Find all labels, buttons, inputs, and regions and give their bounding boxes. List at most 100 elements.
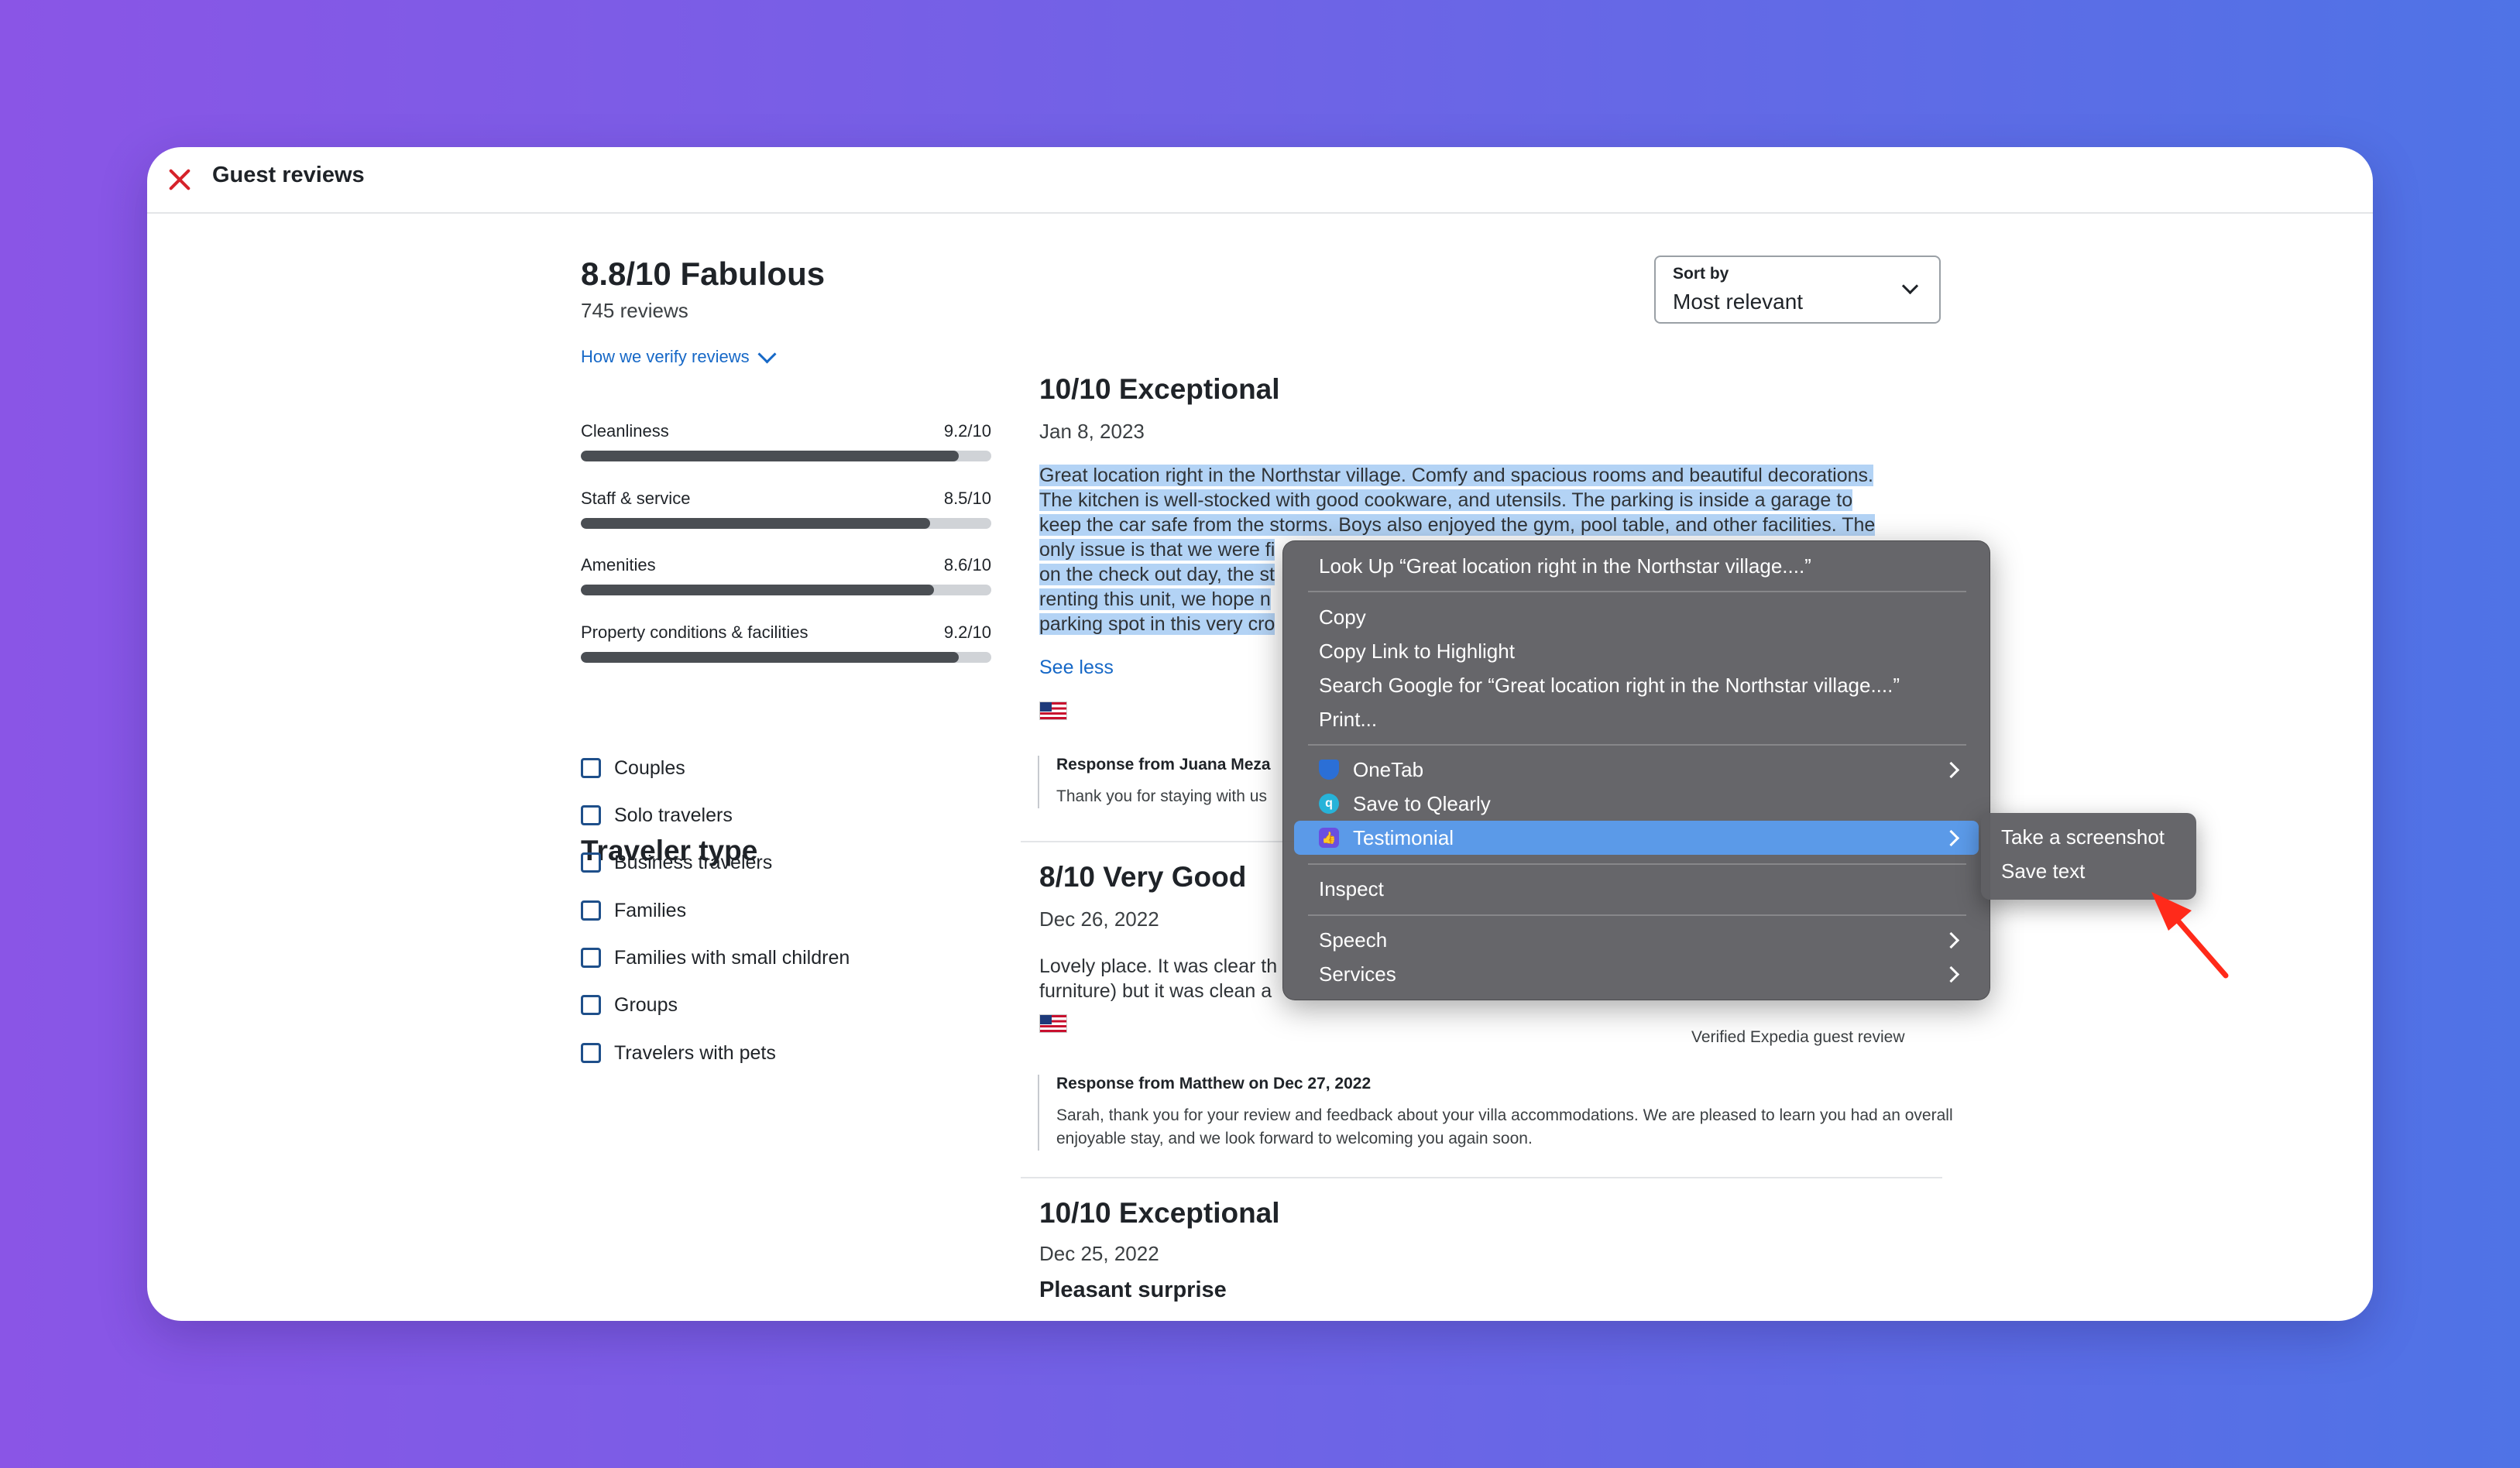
- sort-dropdown[interactable]: Sort by Most relevant: [1654, 256, 1941, 324]
- thumbs-up-icon: 👍: [1319, 828, 1339, 848]
- chevron-down-icon: [757, 344, 777, 364]
- checkbox[interactable]: [581, 995, 601, 1015]
- menu-item-label: Speech: [1319, 928, 1388, 952]
- checkbox-label: Families: [614, 899, 687, 921]
- checkbox-label: Couples: [614, 756, 685, 779]
- filter-couples[interactable]: Couples: [581, 754, 685, 782]
- category-amenities: Amenities 8.6/10: [581, 555, 991, 603]
- sort-value: Most relevant: [1673, 290, 1804, 314]
- review-line: renting this unit, we hope n: [1039, 588, 1271, 610]
- menu-item-speech[interactable]: Speech: [1294, 923, 1979, 957]
- category-label: Cleanliness: [581, 421, 669, 441]
- window-title: Guest reviews: [212, 163, 365, 187]
- category-score: 8.6/10: [943, 555, 991, 575]
- diamond-icon: [1319, 760, 1339, 780]
- review-date: Jan 8, 2023: [1039, 420, 1145, 443]
- review-title: 10/10 Exceptional: [1039, 373, 1280, 405]
- category-label: Staff & service: [581, 489, 691, 508]
- verify-reviews-label: How we verify reviews: [581, 347, 750, 366]
- category-label: Amenities: [581, 555, 656, 575]
- review-text: Lovely place. It was clear th furniture)…: [1039, 954, 1287, 1003]
- owner-response: Response from Matthew on Dec 27, 2022 Sa…: [1038, 1075, 1986, 1151]
- menu-item-label: Save to Qlearly: [1353, 791, 1491, 815]
- menu-item-label: Services: [1319, 962, 1396, 986]
- context-menu: Look Up “Great location right in the Nor…: [1282, 540, 1990, 1000]
- checkbox[interactable]: [581, 758, 601, 778]
- chevron-right-icon: [1942, 829, 1960, 847]
- checkbox[interactable]: [581, 1043, 601, 1063]
- menu-item-services[interactable]: Services: [1294, 957, 1979, 991]
- category-staff-service: Staff & service 8.5/10: [581, 489, 991, 537]
- review-line: keep the car safe from the storms. Boys …: [1039, 514, 1876, 536]
- review-title: 8/10 Very Good: [1039, 861, 1247, 893]
- menu-item-copy-link[interactable]: Copy Link to Highlight: [1294, 634, 1979, 668]
- filter-solo-travelers[interactable]: Solo travelers: [581, 801, 733, 829]
- response-text: Sarah, thank you for your review and fee…: [1056, 1106, 1953, 1147]
- submenu-take-screenshot[interactable]: Take a screenshot: [2001, 825, 2165, 849]
- category-property-conditions: Property conditions & facilities 9.2/10: [581, 623, 991, 671]
- menu-item-inspect[interactable]: Inspect: [1294, 872, 1979, 906]
- review-line: Lovely place. It was clear th: [1039, 955, 1278, 977]
- score-bar-fill: [581, 585, 934, 595]
- overall-rating: 8.8/10 Fabulous: [581, 256, 826, 292]
- menu-separator: [1308, 744, 1966, 746]
- review-line: Great location right in the Northstar vi…: [1039, 465, 1873, 486]
- close-icon[interactable]: [166, 166, 194, 194]
- guest-reviews-window: Guest reviews 8.8/10 Fabulous 745 review…: [147, 147, 2373, 1321]
- review-divider: [1021, 1177, 1942, 1178]
- chevron-right-icon: [1942, 761, 1960, 779]
- chevron-right-icon: [1942, 966, 1960, 983]
- sort-label: Sort by: [1673, 265, 1729, 283]
- checkbox-label: Solo travelers: [614, 804, 733, 826]
- menu-separator: [1308, 863, 1966, 865]
- review-line: on the check out day, the st: [1039, 564, 1275, 585]
- review-line: only issue is that we were fi: [1039, 539, 1275, 561]
- checkbox-label: Families with small children: [614, 946, 850, 969]
- category-score: 9.2/10: [943, 623, 991, 642]
- menu-item-look-up[interactable]: Look Up “Great location right in the Nor…: [1294, 549, 1979, 583]
- score-bar: [581, 652, 991, 663]
- filter-travelers-with-pets[interactable]: Travelers with pets: [581, 1039, 776, 1067]
- submenu-save-text[interactable]: Save text: [2001, 859, 2085, 883]
- verify-reviews-link[interactable]: How we verify reviews: [581, 344, 777, 367]
- menu-item-save-to-qlearly[interactable]: q Save to Qlearly: [1294, 787, 1979, 821]
- chevron-down-icon: [1901, 277, 1919, 295]
- review-count: 745 reviews: [581, 299, 688, 322]
- score-bar-fill: [581, 518, 930, 529]
- checkbox-label: Travelers with pets: [614, 1041, 776, 1064]
- menu-item-onetab[interactable]: OneTab: [1294, 753, 1979, 787]
- category-score: 9.2/10: [943, 421, 991, 441]
- menu-separator: [1308, 591, 1966, 592]
- score-bar-fill: [581, 451, 959, 461]
- checkbox[interactable]: [581, 948, 601, 968]
- review-date: Dec 26, 2022: [1039, 907, 1159, 931]
- checkbox[interactable]: [581, 805, 601, 825]
- verified-badge: Verified Expedia guest review: [1691, 1028, 1905, 1046]
- menu-item-copy[interactable]: Copy: [1294, 600, 1979, 634]
- category-label: Property conditions & facilities: [581, 623, 809, 642]
- menu-item-search-google[interactable]: Search Google for “Great location right …: [1294, 668, 1979, 702]
- menu-item-label: Copy: [1319, 605, 1366, 629]
- review-line: The kitchen is well-stocked with good co…: [1039, 489, 1853, 511]
- checkbox[interactable]: [581, 900, 601, 921]
- filter-families-small-children[interactable]: Families with small children: [581, 944, 850, 972]
- testimonial-submenu: Take a screenshot Save text: [1981, 813, 2196, 900]
- review-title: 10/10 Exceptional: [1039, 1197, 1280, 1229]
- review-date: Dec 25, 2022: [1039, 1242, 1159, 1265]
- score-bar: [581, 451, 991, 461]
- checkbox-label: Business travelers: [614, 851, 773, 873]
- menu-item-label: OneTab: [1353, 757, 1424, 781]
- qlearly-icon: q: [1319, 794, 1339, 814]
- filter-groups[interactable]: Groups: [581, 991, 678, 1019]
- filter-families[interactable]: Families: [581, 897, 686, 924]
- menu-item-print[interactable]: Print...: [1294, 702, 1979, 736]
- menu-item-label: Testimonial: [1353, 825, 1454, 849]
- chevron-right-icon: [1942, 931, 1960, 949]
- menu-separator: [1308, 914, 1966, 916]
- window-header: Guest reviews: [147, 147, 2373, 214]
- menu-item-testimonial[interactable]: 👍 Testimonial: [1294, 821, 1979, 855]
- filter-business-travelers[interactable]: Business travelers: [581, 849, 772, 876]
- checkbox[interactable]: [581, 852, 601, 873]
- menu-item-label: Search Google for “Great location right …: [1319, 673, 1900, 697]
- see-less-link[interactable]: See less: [1039, 657, 1114, 679]
